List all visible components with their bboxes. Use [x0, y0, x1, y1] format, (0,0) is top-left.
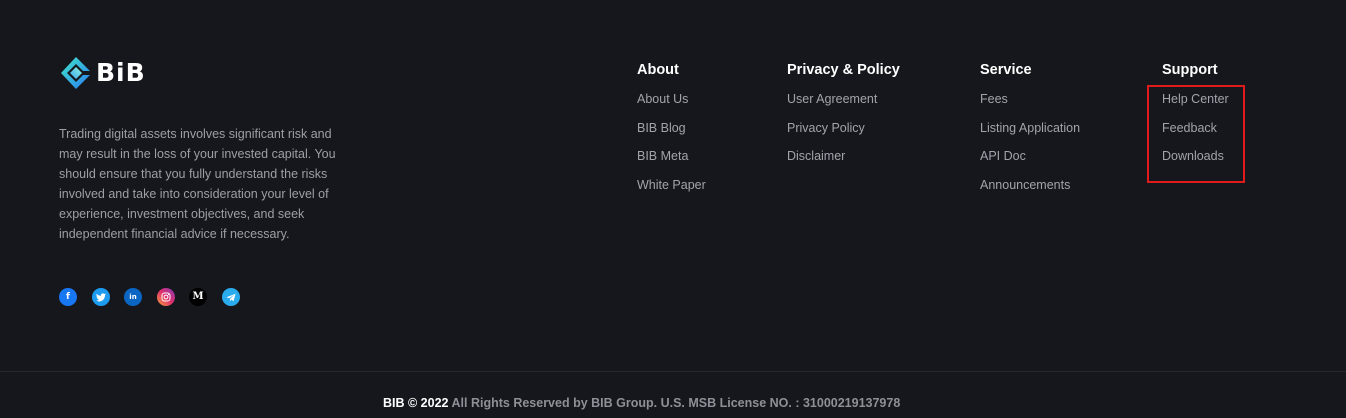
link-bib-meta[interactable]: BIB Meta — [637, 146, 706, 166]
copyright-brand: BIB © 2022 — [383, 396, 449, 410]
footer-column-service: Service Fees Listing Application API Doc… — [980, 60, 1080, 204]
footer-main: BiB Trading digital assets involves sign… — [0, 0, 1346, 371]
medium-icon[interactable]: M — [189, 288, 207, 306]
highlight-box — [1147, 85, 1245, 183]
link-about-us[interactable]: About Us — [637, 89, 706, 109]
instagram-icon[interactable] — [156, 288, 175, 306]
facebook-icon[interactable]: f — [59, 288, 77, 306]
copyright: BIB © 2022 All Rights Reserved by BIB Gr… — [383, 396, 900, 410]
social-links: f in M — [59, 288, 254, 306]
column-title-service: Service — [980, 62, 1032, 78]
link-listing-application[interactable]: Listing Application — [980, 118, 1080, 138]
link-announcements[interactable]: Announcements — [980, 175, 1080, 195]
footer-column-about: About About Us BIB Blog BIB Meta White P… — [637, 60, 706, 204]
column-title-privacy: Privacy & Policy — [787, 62, 900, 78]
logo[interactable]: BiB — [59, 55, 146, 91]
link-bib-blog[interactable]: BIB Blog — [637, 118, 706, 138]
link-api-doc[interactable]: API Doc — [980, 146, 1080, 166]
bib-logo-icon — [61, 57, 90, 89]
twitter-icon[interactable] — [91, 288, 110, 306]
linkedin-icon[interactable]: in — [124, 288, 142, 306]
column-title-about: About — [637, 62, 679, 78]
risk-disclaimer: Trading digital assets involves signific… — [59, 127, 336, 241]
link-fees[interactable]: Fees — [980, 89, 1080, 109]
copyright-rights: All Rights Reserved by BIB Group. U.S. M… — [448, 396, 901, 410]
logo-text: BiB — [96, 58, 146, 87]
link-privacy-policy[interactable]: Privacy Policy — [787, 118, 900, 138]
column-title-support: Support — [1162, 62, 1218, 78]
footer-bottom: BIB © 2022 All Rights Reserved by BIB Gr… — [0, 371, 1346, 418]
link-white-paper[interactable]: White Paper — [637, 175, 706, 195]
link-user-agreement[interactable]: User Agreement — [787, 89, 900, 109]
link-disclaimer[interactable]: Disclaimer — [787, 146, 900, 166]
footer-column-privacy: Privacy & Policy User Agreement Privacy … — [787, 60, 900, 175]
telegram-icon[interactable] — [221, 288, 240, 306]
